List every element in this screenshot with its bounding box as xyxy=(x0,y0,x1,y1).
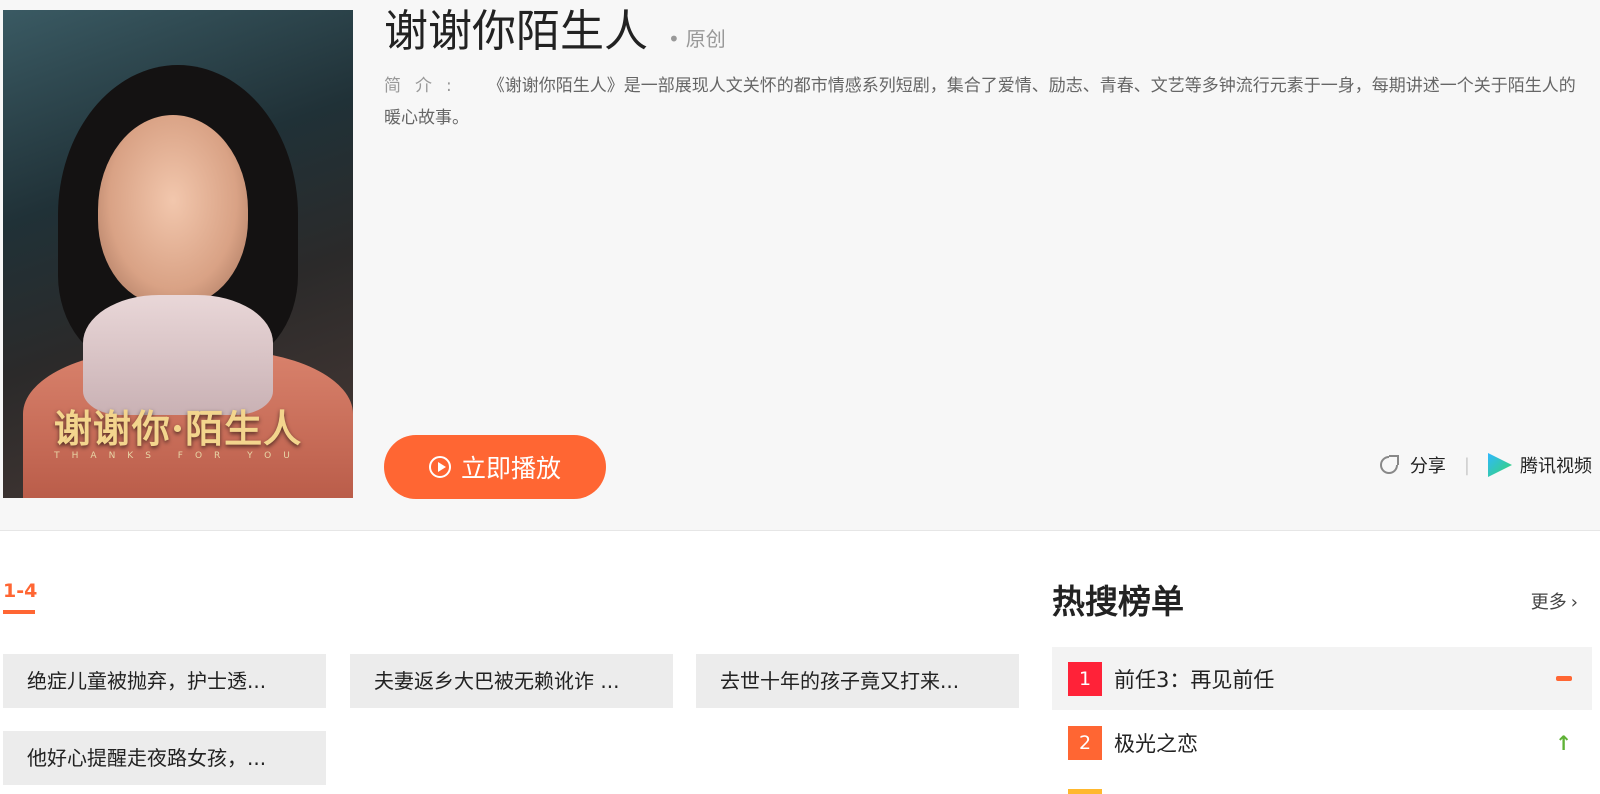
actions-divider: | xyxy=(1463,454,1470,476)
platform-link[interactable]: 腾讯视频 xyxy=(1520,452,1592,478)
title-row: 谢谢你陌生人 • 原创 xyxy=(384,6,726,58)
share-link[interactable]: 分享 xyxy=(1410,452,1446,478)
hot-list-item[interactable]: 1 前任3：再见前任 xyxy=(1052,647,1592,710)
show-tag: • 原创 xyxy=(668,23,726,52)
rank-badge: 1 xyxy=(1068,661,1102,696)
chevron-right-icon: › xyxy=(1570,592,1578,613)
hot-item-name: 前任3：再见前任 xyxy=(1114,667,1275,692)
play-now-label: 立即播放 xyxy=(460,454,561,483)
show-intro: 简介: 《谢谢你陌生人》是一部展现人文关怀的都市情感系列短剧，集合了爱情、励志、青… xyxy=(384,70,1592,134)
rank-badge: 2 xyxy=(1068,725,1102,760)
episode-range-tab[interactable]: 1-4 xyxy=(3,580,37,602)
poster-subtitle: THANKS FOR YOU xyxy=(54,451,302,461)
episode-item[interactable]: 绝症儿童被抛弃，护士透... xyxy=(3,654,326,708)
hot-item-name: 极光之恋 xyxy=(1114,731,1198,756)
hot-search-title: 热搜榜单 xyxy=(1052,582,1184,621)
poster-title: 谢谢你·陌生人 xyxy=(53,406,303,451)
tencent-video-icon[interactable] xyxy=(1488,453,1512,477)
poster-face xyxy=(98,115,248,305)
share-icon[interactable] xyxy=(1379,455,1399,474)
show-poster[interactable]: 谢谢你·陌生人 THANKS FOR YOU xyxy=(3,10,353,498)
intro-text: 《谢谢你陌生人》是一部展现人文关怀的都市情感系列短剧，集合了爱情、励志、青春、文… xyxy=(384,76,1576,128)
play-circle-icon xyxy=(428,456,451,478)
episode-item[interactable]: 他好心提醒走夜路女孩，... xyxy=(3,731,326,785)
show-title: 谢谢你陌生人 xyxy=(384,6,648,57)
hot-more-link[interactable]: 更多 › xyxy=(1531,588,1578,614)
intro-label: 简介: xyxy=(384,76,466,96)
header-actions: 分享 | 腾讯视频 xyxy=(1379,452,1592,478)
trend-up-icon: ↑ xyxy=(1555,730,1572,755)
trend-flat-icon xyxy=(1556,676,1572,681)
range-tab-underline xyxy=(3,610,35,614)
tag-dot-icon: • xyxy=(668,27,680,51)
play-now-button[interactable]: 立即播放 xyxy=(384,435,606,499)
tag-label: 原创 xyxy=(685,27,726,51)
rank-badge-partial xyxy=(1068,789,1102,794)
episode-item[interactable]: 夫妻返乡大巴被无赖讹诈 ... xyxy=(350,654,673,708)
hot-list-item[interactable]: 2 极光之恋 ↑ xyxy=(1052,711,1592,774)
poster-scarf xyxy=(83,295,273,415)
episode-item[interactable]: 去世十年的孩子竟又打来... xyxy=(696,654,1019,708)
hot-more-label: 更多 xyxy=(1530,592,1567,613)
show-header: 谢谢你·陌生人 THANKS FOR YOU 谢谢你陌生人 • 原创 简介: 《谢谢… xyxy=(0,0,1600,531)
